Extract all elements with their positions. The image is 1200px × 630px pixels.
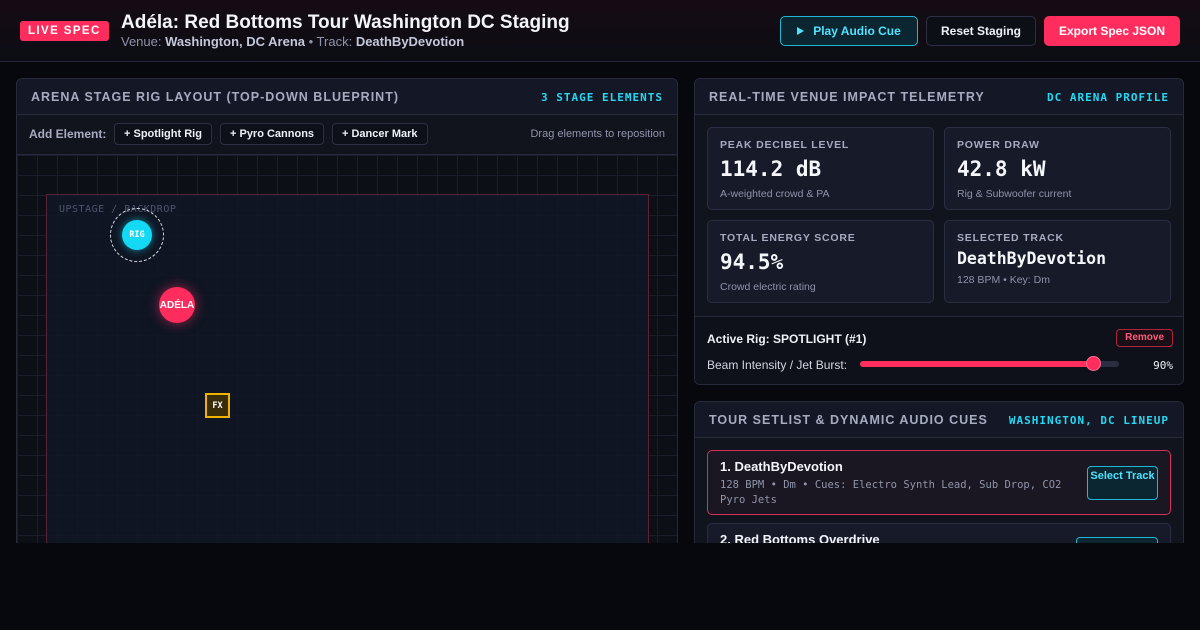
venue-telemetry-panel: REAL-TIME VENUE IMPACT TELEMETRY DC AREN… (694, 78, 1184, 385)
telemetry-panel-title: REAL-TIME VENUE IMPACT TELEMETRY (709, 90, 985, 104)
play-audio-cue-label: Play Audio Cue (813, 24, 901, 38)
upstage-label: UPSTAGE / BACKDROP (59, 204, 177, 215)
active-rig-label: Active Rig: SPOTLIGHT (#1) (707, 332, 867, 346)
card-label: SELECTED TRACK (957, 232, 1064, 244)
telemetry-profile-tag: DC ARENA PROFILE (1047, 91, 1169, 104)
add-spotlight-rig-button[interactable]: + Spotlight Rig (114, 123, 212, 145)
page-title: Adéla: Red Bottoms Tour Washington DC St… (121, 12, 570, 33)
song-title: 1. DeathByDevotion (720, 459, 843, 474)
drag-hint: Drag elements to reposition (530, 128, 665, 140)
slider-thumb[interactable] (1086, 356, 1102, 371)
card-sub: 128 BPM • Key: Dm (957, 274, 1050, 286)
spotlight-rig-element[interactable]: RIG (122, 220, 152, 250)
setlist-item-1[interactable]: 1. DeathByDevotion 128 BPM • Dm • Cues: … (707, 450, 1171, 515)
beam-intensity-slider[interactable] (860, 356, 1119, 371)
page-subtitle: Venue: Washington, DC Arena • Track: Dea… (121, 34, 464, 49)
setlist-panel-title: TOUR SETLIST & DYNAMIC AUDIO CUES (709, 413, 988, 427)
setlist-lineup-tag: WASHINGTON, DC LINEUP (1008, 414, 1169, 427)
track-name: DeathByDevotion (355, 34, 465, 49)
pyro-fx-element[interactable]: FX (205, 393, 230, 418)
card-value: 114.2 dB (720, 157, 822, 181)
beam-intensity-value: 90% (1153, 359, 1173, 372)
stage-area: UPSTAGE / BACKDROP RIG ADÉLA FX (46, 194, 649, 557)
tour-setlist-panel: TOUR SETLIST & DYNAMIC AUDIO CUES WASHIN… (694, 401, 1184, 558)
energy-score-card: TOTAL ENERGY SCORE 94.5% Crowd electric … (707, 220, 934, 303)
top-header: LIVE SPEC Adéla: Red Bottoms Tour Washin… (0, 0, 1200, 62)
select-track-button[interactable]: Select Track (1087, 466, 1158, 500)
selected-track-card: SELECTED TRACK DeathByDevotion 128 BPM •… (944, 220, 1171, 303)
venue-name: Washington, DC Arena (165, 34, 305, 49)
play-audio-cue-button[interactable]: Play Audio Cue (780, 16, 918, 46)
venue-prefix: Venue: (121, 34, 162, 49)
add-pyro-cannons-button[interactable]: + Pyro Cannons (220, 123, 325, 145)
remove-rig-button[interactable]: Remove (1116, 329, 1173, 347)
card-value: 42.8 kW (957, 157, 1046, 181)
add-element-label: Add Element: (29, 127, 107, 141)
add-dancer-mark-button[interactable]: + Dancer Mark (332, 123, 428, 145)
telemetry-panel-header: REAL-TIME VENUE IMPACT TELEMETRY DC AREN… (695, 79, 1183, 115)
card-value: DeathByDevotion (957, 249, 1107, 268)
reset-staging-button[interactable]: Reset Staging (926, 16, 1036, 46)
setlist-panel-header: TOUR SETLIST & DYNAMIC AUDIO CUES WASHIN… (695, 402, 1183, 438)
card-sub: Rig & Subwoofer current (957, 188, 1072, 200)
track-prefix: • Track: (308, 34, 353, 49)
stage-panel-header: ARENA STAGE RIG LAYOUT (TOP-DOWN BLUEPRI… (17, 79, 677, 115)
card-value: 94.5% (720, 250, 784, 274)
song-meta: 128 BPM • Dm • Cues: Electro Synth Lead,… (720, 479, 1062, 506)
card-sub: Crowd electric rating (720, 281, 816, 293)
play-icon (797, 27, 805, 35)
card-sub: A-weighted crowd & PA (720, 188, 830, 200)
stage-element-count: 3 STAGE ELEMENTS (541, 91, 663, 104)
add-element-toolbar: Add Element: + Spotlight Rig + Pyro Cann… (17, 115, 677, 155)
beam-intensity-label: Beam Intensity / Jet Burst: (707, 358, 848, 372)
live-spec-badge: LIVE SPEC (20, 21, 109, 41)
export-spec-json-button[interactable]: Export Spec JSON (1044, 16, 1180, 46)
stage-panel-title: ARENA STAGE RIG LAYOUT (TOP-DOWN BLUEPRI… (31, 90, 399, 104)
card-label: TOTAL ENERGY SCORE (720, 232, 856, 244)
slider-fill (860, 361, 1094, 367)
power-draw-card: POWER DRAW 42.8 kW Rig & Subwoofer curre… (944, 127, 1171, 210)
stage-rig-panel: ARENA STAGE RIG LAYOUT (TOP-DOWN BLUEPRI… (16, 78, 678, 558)
page-bottom-area (0, 543, 1200, 630)
peak-decibel-card: PEAK DECIBEL LEVEL 114.2 dB A-weighted c… (707, 127, 934, 210)
dancer-mark-element[interactable]: ADÉLA (159, 287, 195, 323)
stage-blueprint-canvas[interactable]: UPSTAGE / BACKDROP RIG ADÉLA FX (17, 155, 677, 557)
card-label: PEAK DECIBEL LEVEL (720, 139, 850, 151)
active-rig-section: Active Rig: SPOTLIGHT (#1) Remove Beam I… (695, 316, 1183, 384)
card-label: POWER DRAW (957, 139, 1040, 151)
